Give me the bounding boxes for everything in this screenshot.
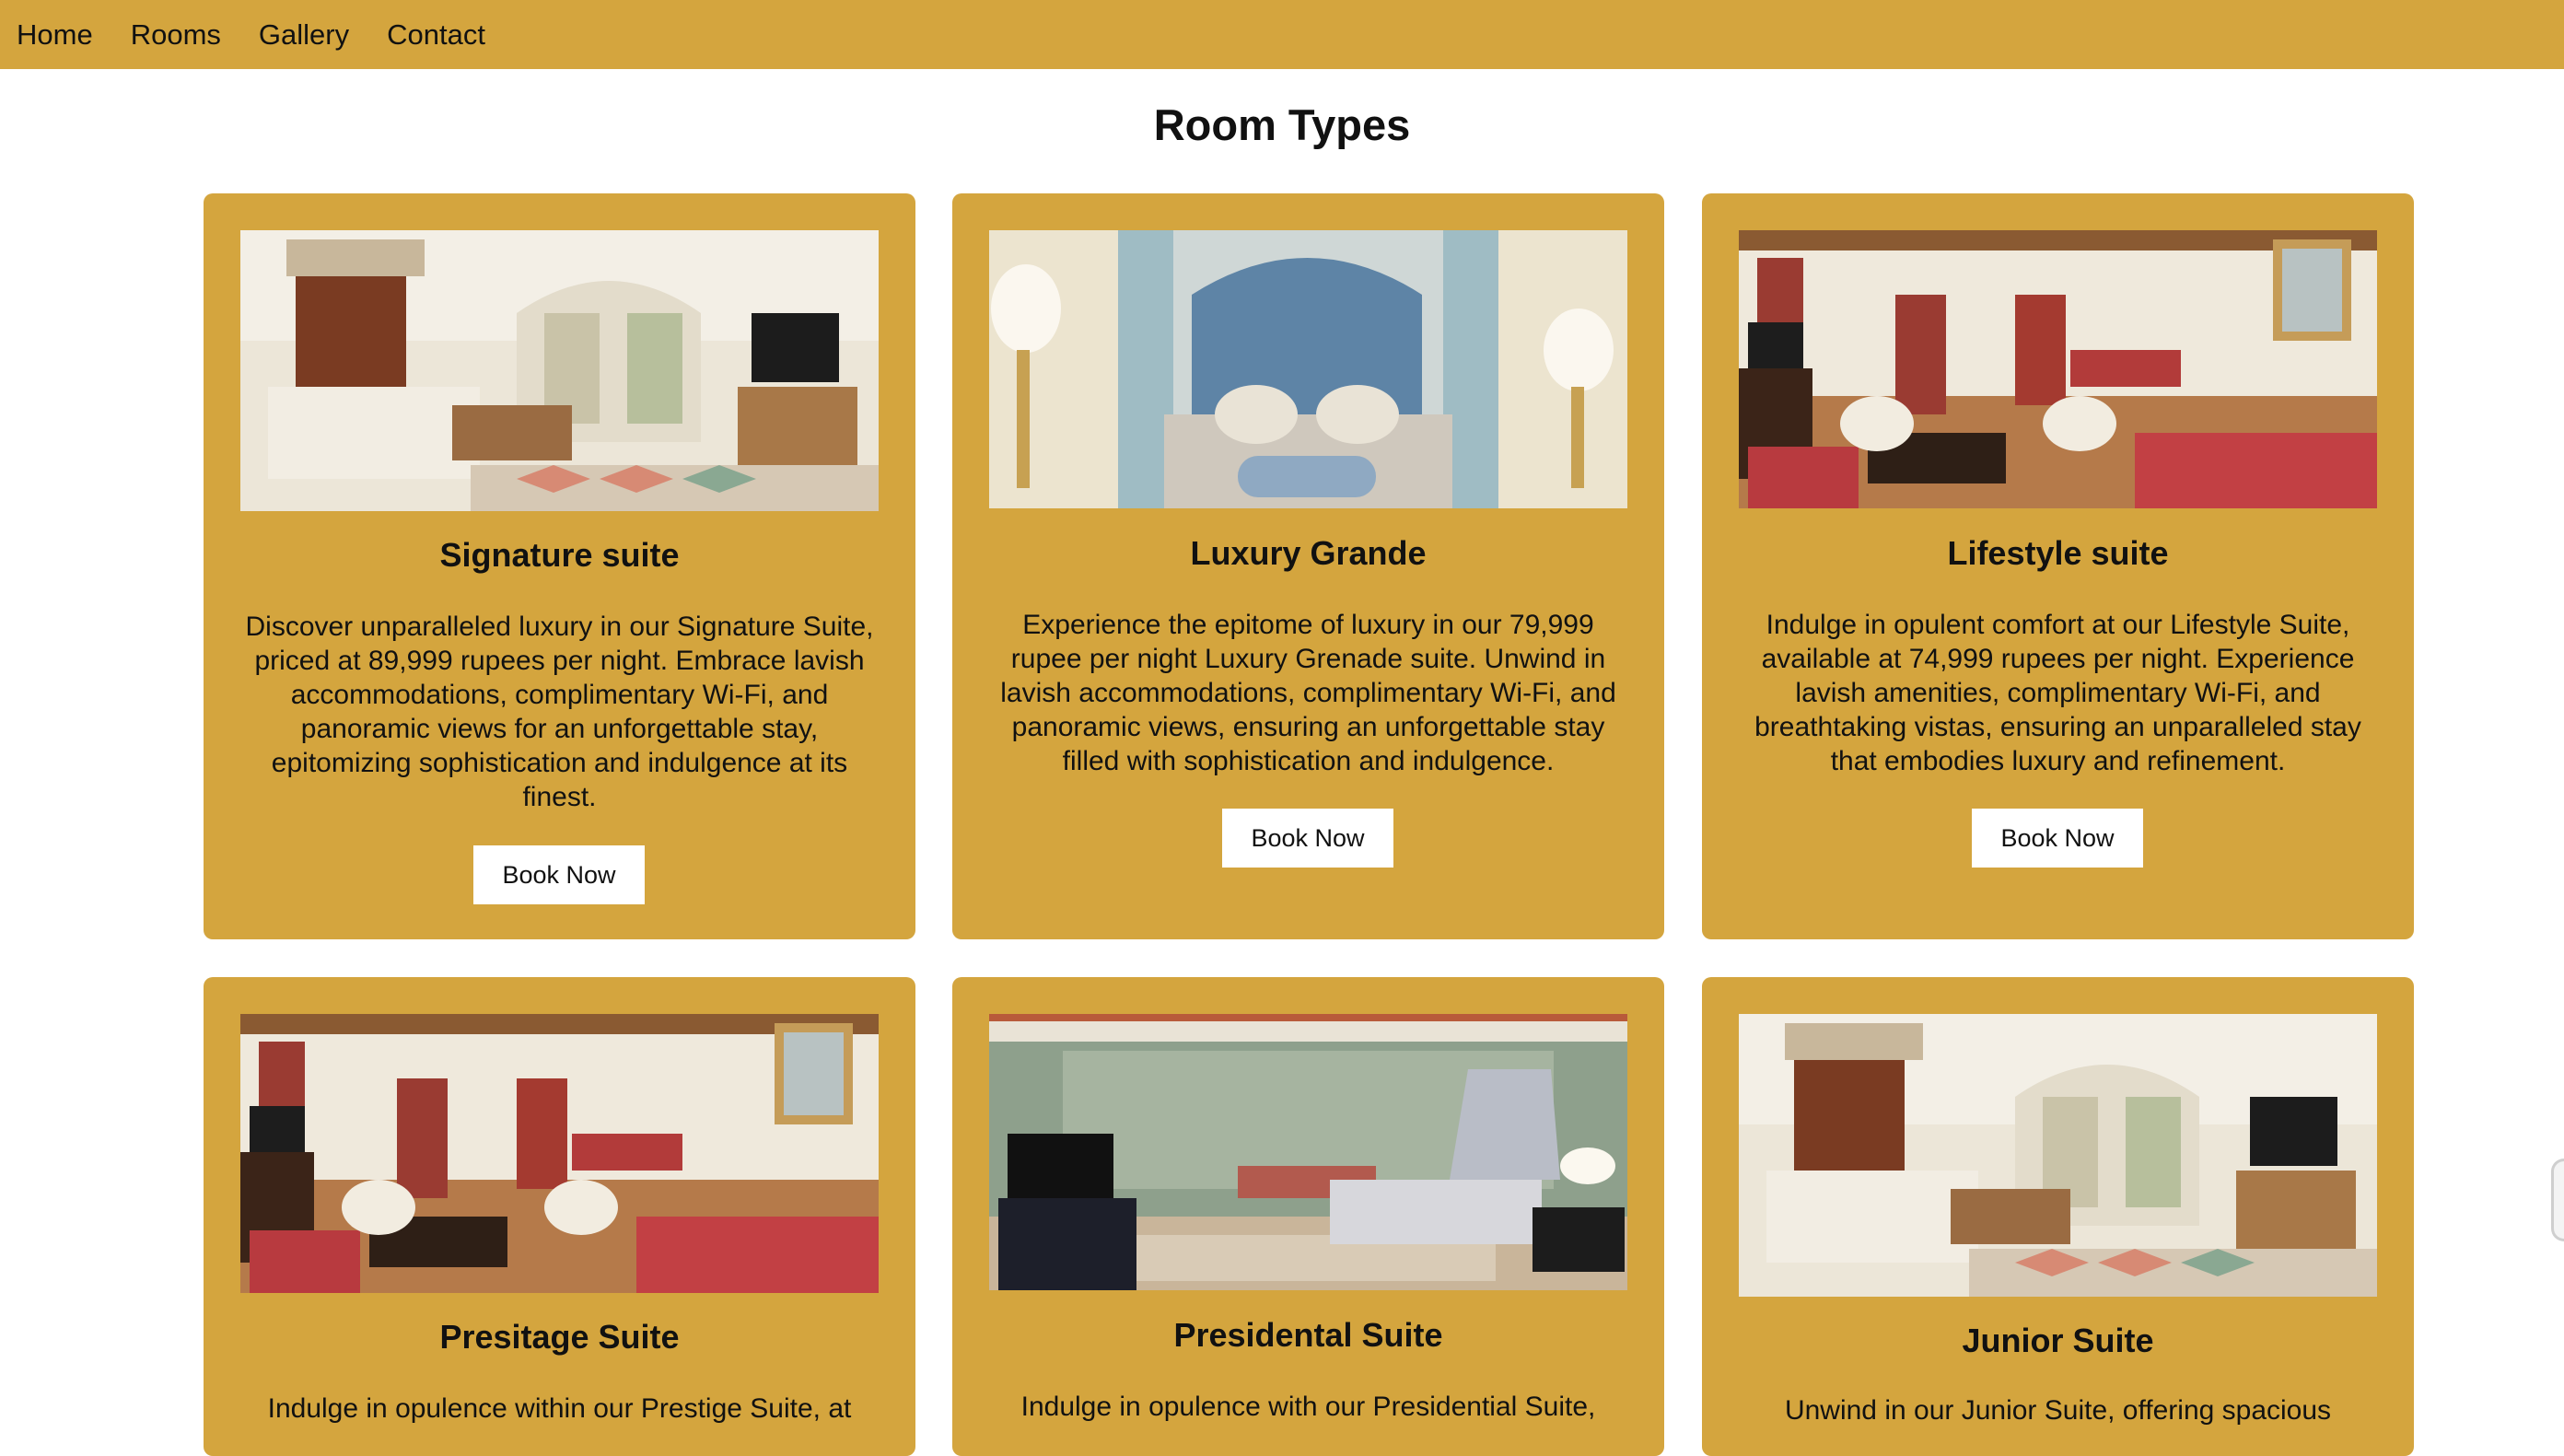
room-description: Discover unparalleled luxury in our Sign… [245,612,874,812]
room-title: Lifestyle suite [1947,534,2169,572]
room-description: Unwind in our Junior Suite, offering spa… [1784,1395,2332,1426]
room-photo [1739,1014,2377,1297]
room-title: Presidental Suite [1173,1316,1443,1354]
nav-home-link[interactable]: Home [17,18,93,52]
room-card-presidential: Presidental Suite Indulge in opulence wi… [952,977,1664,1456]
nav-contact-link[interactable]: Contact [387,18,485,52]
room-photo [989,230,1627,508]
book-now-button[interactable]: Book Now [1972,809,2143,868]
scrollbar-handle[interactable] [2551,1159,2564,1241]
nav-gallery-link[interactable]: Gallery [259,18,349,52]
nav-rooms-link[interactable]: Rooms [131,18,221,52]
room-card-luxury-grande: Luxury Grande Experience the epitome of … [952,193,1664,939]
room-card-junior: Junior Suite Unwind in our Junior Suite,… [1702,977,2414,1456]
room-photo [240,1014,879,1293]
room-card-lifestyle: Lifestyle suite Indulge in opulent comfo… [1702,193,2414,939]
room-title: Presitage Suite [439,1318,680,1356]
book-now-button[interactable]: Book Now [1222,809,1393,868]
top-navbar: Home Rooms Gallery Contact [0,0,2564,69]
room-description: Indulge in opulence with our Presidentia… [1020,1392,1596,1422]
room-card-signature: Signature suite Discover unparalleled lu… [204,193,915,939]
room-photo [1739,230,2377,508]
room-photo [989,1014,1627,1290]
room-description: Experience the epitome of luxury in our … [1000,610,1616,776]
room-description: Indulge in opulent comfort at our Lifest… [1754,610,2361,776]
room-card-prestige: Presitage Suite Indulge in opulence with… [204,977,915,1456]
room-description: Indulge in opulence within our Prestige … [267,1393,852,1424]
room-photo [240,230,879,511]
room-title: Luxury Grande [1190,534,1427,572]
page-title: Room Types [1153,100,1411,149]
room-title: Signature suite [439,536,680,574]
book-now-button[interactable]: Book Now [473,845,645,904]
room-title: Junior Suite [1962,1322,2154,1359]
